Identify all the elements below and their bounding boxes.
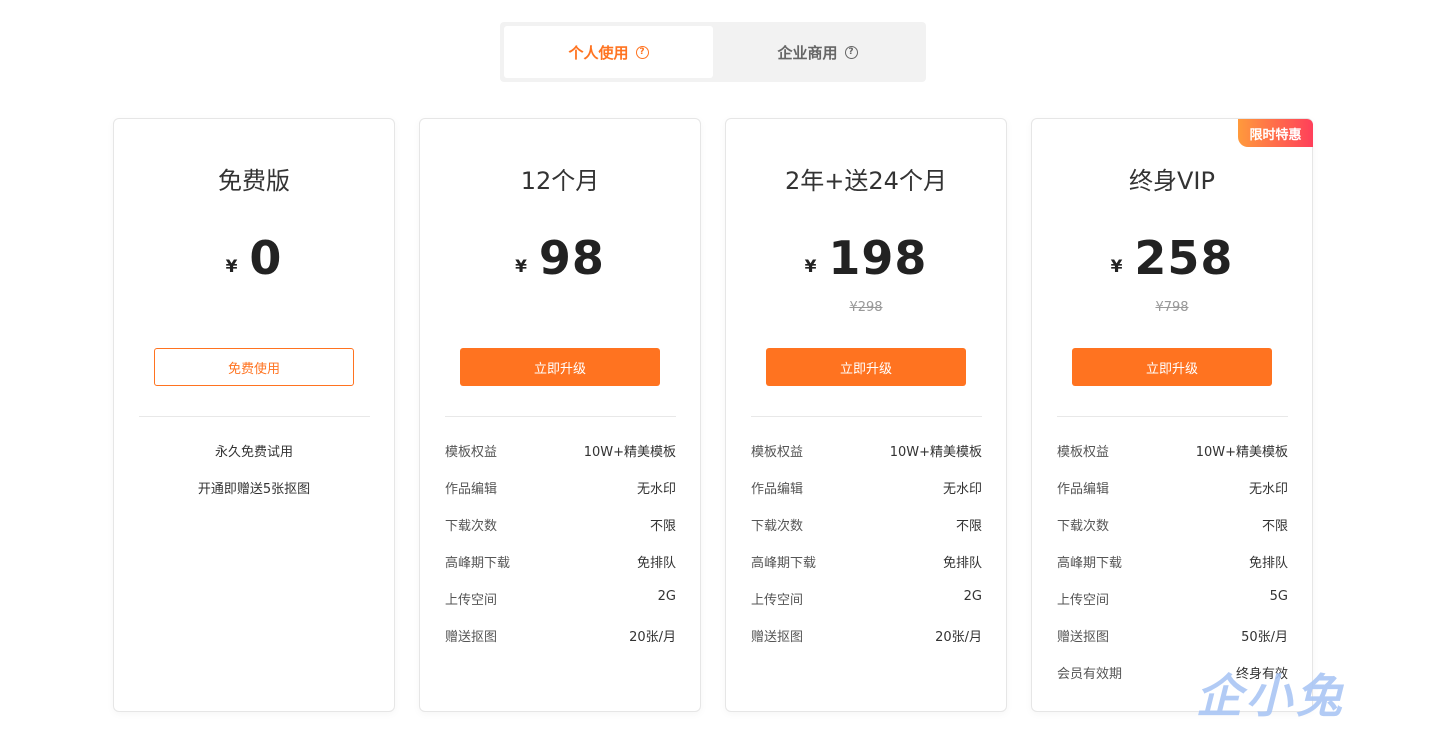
help-icon[interactable]: ? xyxy=(635,45,649,59)
currency-symbol: ¥ xyxy=(515,257,527,277)
feature-row: 高峰期下载 免排队 xyxy=(445,556,676,571)
feature-row: 赠送抠图 20张/月 xyxy=(445,630,676,645)
benefit-line: 永久免费试用 xyxy=(214,445,293,460)
plan-price: ¥98 xyxy=(420,231,700,285)
upgrade-button[interactable]: 立即升级 xyxy=(766,348,966,386)
feature-row: 上传空间 5G xyxy=(1057,589,1288,608)
divider xyxy=(751,416,982,417)
feature-row: 下载次数 不限 xyxy=(1057,519,1288,534)
plan-title: 12个月 xyxy=(520,167,600,195)
plan-card-12-months: 12个月 ¥98 立即升级 模板权益 10W+精美模板 作品编辑 无水印 下载次数不… xyxy=(419,118,701,712)
original-price: ¥298 xyxy=(849,300,883,315)
plan-title: 2年+送24个月 xyxy=(785,167,947,195)
feature-row: 上传空间 2G xyxy=(751,589,982,608)
original-price: ¥798 xyxy=(1155,300,1189,315)
free-use-button[interactable]: 免费使用 xyxy=(154,348,354,386)
currency-symbol: ¥ xyxy=(1110,257,1123,277)
price-amount: 0 xyxy=(249,231,283,285)
plan-type-tabs: 个人使用 ? 企业商用 ? xyxy=(500,22,926,82)
price-amount: 98 xyxy=(538,231,605,285)
feature-row: 模板权益 10W+精美模板 xyxy=(1057,445,1288,460)
upgrade-button[interactable]: 立即升级 xyxy=(1072,348,1272,386)
price-amount: 198 xyxy=(828,231,928,285)
divider xyxy=(139,416,370,417)
feature-row: 上传空间 2G xyxy=(445,589,676,608)
feature-list: 模板权益 10W+精美模板 作品编辑 无水印 下载次数 不限 高峰期下载 免排队 上传空… xyxy=(445,441,676,663)
brand-watermark: 企小兔 xyxy=(1196,669,1346,723)
plan-card-lifetime-vip: 限时特惠 终身VIP ¥258 ¥798 立即升级 模板权益 10W+精美模板 作… xyxy=(1031,118,1313,712)
feature-row: 模板权益 10W+精美模板 xyxy=(751,445,982,460)
feature-row: 下载次数 不限 xyxy=(445,519,676,534)
free-benefits: 永久免费试用 开通即赠送5张抠图 xyxy=(114,441,394,515)
limited-offer-badge: 限时特惠 xyxy=(1238,119,1313,147)
upgrade-button[interactable]: 立即升级 xyxy=(460,348,660,386)
plan-card-2-years: 2年+送24个月 ¥198 ¥298 立即升级 模板权益 10W+精美模板 作品编… xyxy=(725,118,1007,712)
feature-list: 模板权益 10W+精美模板 作品编辑 无水印 下载次数 不限 高峰期下载 免排队 上传空… xyxy=(751,441,982,663)
feature-row: 作品编辑 无水印 xyxy=(1057,482,1288,497)
feature-row: 赠送抠图 20张/月 xyxy=(751,630,982,645)
feature-row: 下载次数 不限 xyxy=(751,519,982,534)
plan-title: 终身VIP xyxy=(1129,167,1215,195)
currency-symbol: ¥ xyxy=(225,257,238,277)
feature-row: 作品编辑 无水印 xyxy=(751,482,982,497)
tab-personal[interactable]: 个人使用 ? xyxy=(504,26,713,78)
plan-title: 免费版 xyxy=(218,167,290,195)
currency-symbol: ¥ xyxy=(804,257,817,277)
divider xyxy=(445,416,676,417)
plan-card-free: 免费版 ¥0 免费使用 永久免费试用 开通即赠送5张抠图 xyxy=(113,118,395,712)
benefit-line: 开通即赠送5张抠图 xyxy=(197,482,311,497)
price-amount: 258 xyxy=(1134,231,1234,285)
feature-row: 赠送抠图 50张/月 xyxy=(1057,630,1288,645)
feature-row: 模板权益 10W+精美模板 xyxy=(445,445,676,460)
feature-row: 高峰期下载 免排队 xyxy=(1057,556,1288,571)
pricing-page: 个人使用 ? 企业商用 ? 免费版 ¥0 免费使用 永久免费试用 开通即赠送5张… xyxy=(0,0,1443,742)
tab-business[interactable]: 企业商用 ? xyxy=(713,26,922,78)
plan-price: ¥258 xyxy=(1032,231,1312,285)
feature-row: 作品编辑 无水印 xyxy=(445,482,676,497)
divider xyxy=(1057,416,1288,417)
feature-row: 高峰期下载 免排队 xyxy=(751,556,982,571)
plan-price: ¥198 xyxy=(726,231,1006,285)
help-icon[interactable]: ? xyxy=(844,45,858,59)
plan-price: ¥0 xyxy=(114,231,394,285)
